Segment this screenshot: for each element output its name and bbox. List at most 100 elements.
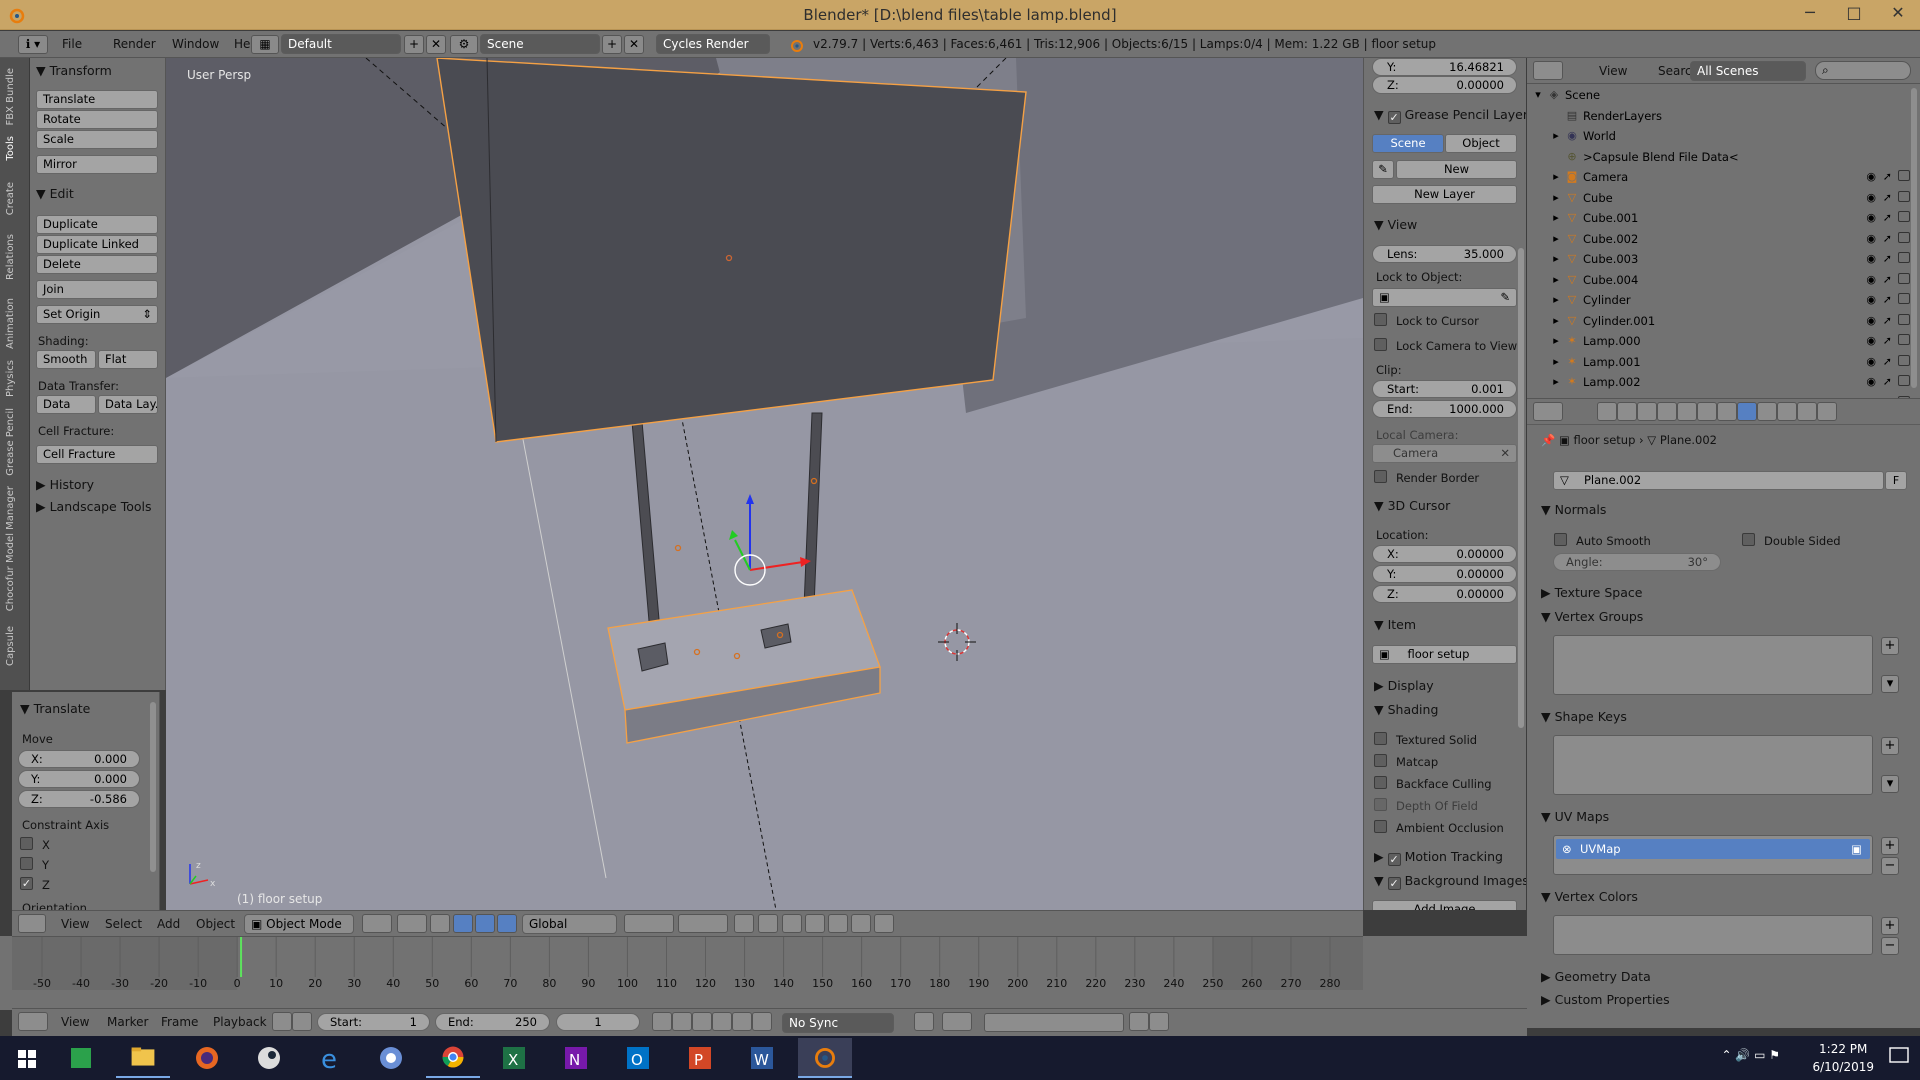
shape-key-add-button[interactable]: +: [1881, 737, 1899, 755]
selectable-arrow-icon[interactable]: ➚: [1883, 314, 1892, 327]
vertex-group-menu-button[interactable]: ▾: [1881, 675, 1899, 693]
screen-layout-icon[interactable]: ▦: [251, 35, 279, 54]
clip-end-field[interactable]: End: 1000.000: [1372, 400, 1517, 418]
outliner-search-input[interactable]: ⌕: [1815, 61, 1911, 80]
constraint-y-checkbox[interactable]: [20, 857, 33, 870]
play-icon[interactable]: [712, 1012, 732, 1031]
layers-grid-2-icon[interactable]: [678, 914, 728, 933]
visibility-eye-icon[interactable]: ◉: [1866, 314, 1876, 327]
visibility-eye-icon[interactable]: ◉: [1866, 170, 1876, 183]
redo-scrollbar[interactable]: [150, 702, 156, 872]
visibility-eye-icon[interactable]: ◉: [1866, 252, 1876, 265]
close-button[interactable]: ✕: [1876, 0, 1920, 28]
double-sided-checkbox[interactable]: [1742, 533, 1755, 546]
expand-arrow-icon[interactable]: ▸: [1549, 293, 1563, 307]
selectable-arrow-icon[interactable]: ➚: [1883, 211, 1892, 224]
tab-capsule[interactable]: Capsule: [5, 626, 16, 666]
tab-create[interactable]: Create: [5, 182, 16, 215]
mode-dropdown[interactable]: ▣ Object Mode: [244, 914, 354, 934]
renderable-camera-icon[interactable]: [1898, 272, 1910, 284]
mesh-name-field[interactable]: ▽ Plane.002: [1553, 471, 1884, 490]
snap-target-icon[interactable]: [828, 914, 848, 933]
gp-object-button[interactable]: Object: [1445, 134, 1517, 153]
mesh-data-tab-icon[interactable]: [1737, 402, 1757, 421]
item-panel-header[interactable]: ▼ Item: [1374, 617, 1416, 632]
store-icon[interactable]: [54, 1038, 108, 1078]
location-y-field[interactable]: Y: 16.46821: [1372, 58, 1517, 76]
mirror-button[interactable]: Mirror: [36, 155, 158, 174]
transform-orientation-dropdown[interactable]: Global: [522, 914, 617, 934]
world-tab-icon[interactable]: [1657, 402, 1677, 421]
menu-add[interactable]: Add: [157, 917, 180, 931]
lens-field[interactable]: Lens: 35.000: [1372, 245, 1517, 263]
manipulator-rotate-icon[interactable]: [475, 914, 495, 933]
flat-button[interactable]: Flat: [98, 350, 158, 369]
menu-file[interactable]: File: [62, 37, 82, 51]
visibility-eye-icon[interactable]: ◉: [1866, 191, 1876, 204]
snap-element-icon[interactable]: [805, 914, 825, 933]
geometry-data-panel-header[interactable]: ▶ Geometry Data: [1541, 969, 1651, 984]
renderable-camera-icon[interactable]: [1898, 293, 1910, 304]
vertex-groups-panel-header[interactable]: ▼ Vertex Groups: [1541, 609, 1643, 624]
gp-new-layer-button[interactable]: New Layer: [1372, 185, 1517, 204]
layers-grid-icon[interactable]: [624, 914, 674, 933]
backface-culling-checkbox[interactable]: [1374, 776, 1387, 789]
timeline-menu-view[interactable]: View: [61, 1015, 89, 1029]
matcap-checkbox[interactable]: [1374, 754, 1387, 767]
snap-toggle-icon[interactable]: [782, 914, 802, 933]
auto-smooth-checkbox[interactable]: [1554, 533, 1567, 546]
renderable-camera-icon[interactable]: [1898, 211, 1910, 222]
maximize-button[interactable]: □: [1832, 0, 1876, 28]
visibility-eye-icon[interactable]: ◉: [1866, 334, 1876, 347]
landscape-tools-panel-header[interactable]: ▶ Landscape Tools: [36, 499, 152, 514]
steam-icon[interactable]: [242, 1038, 296, 1078]
vertex-colors-panel-header[interactable]: ▼ Vertex Colors: [1541, 889, 1638, 904]
vertex-groups-list[interactable]: [1553, 635, 1873, 695]
current-frame-field[interactable]: 1: [556, 1013, 640, 1031]
expand-arrow-icon[interactable]: ▸: [1549, 232, 1563, 246]
expand-arrow-icon[interactable]: ▸: [1549, 375, 1563, 389]
outliner-row[interactable]: ▸ ✶ Lamp.002 ◉ ➚: [1527, 372, 1920, 392]
tab-relations[interactable]: Relations: [5, 234, 16, 280]
browser-icon[interactable]: [364, 1038, 418, 1078]
selectable-arrow-icon[interactable]: ➚: [1883, 355, 1892, 368]
background-images-panel-header[interactable]: ▼ ✓ Background Images: [1374, 873, 1526, 890]
shape-key-menu-button[interactable]: ▾: [1881, 775, 1899, 793]
move-y-field[interactable]: Y: 0.000: [18, 770, 140, 788]
location-z-field[interactable]: Z: 0.00000: [1372, 76, 1517, 94]
expand-arrow-icon[interactable]: ▸: [1549, 129, 1563, 143]
selectable-arrow-icon[interactable]: ➚: [1883, 232, 1892, 245]
menu-select[interactable]: Select: [105, 917, 142, 931]
set-origin-dropdown[interactable]: Set Origin ⇕: [36, 305, 158, 324]
3d-viewport[interactable]: z x User Persp (1) floor setup: [166, 58, 1363, 910]
scene-icon[interactable]: ⚙: [450, 35, 478, 54]
expand-arrow-icon[interactable]: ▸: [1549, 334, 1563, 348]
renderable-camera-icon[interactable]: [1898, 375, 1910, 386]
expand-arrow-icon[interactable]: ▸: [1549, 314, 1563, 328]
timeline-menu-marker[interactable]: Marker: [107, 1015, 148, 1029]
timeline-menu-frame[interactable]: Frame: [161, 1015, 198, 1029]
edit-panel-header[interactable]: ▼ Edit: [36, 186, 74, 201]
renderable-camera-icon[interactable]: [1898, 313, 1910, 325]
tab-grease-pencil[interactable]: Grease Pencil: [5, 408, 16, 476]
editor-type-3d-view-icon[interactable]: [18, 914, 46, 933]
render-engine-dropdown[interactable]: Cycles Render: [656, 34, 770, 54]
viewport-shading-icon[interactable]: [362, 914, 392, 933]
outliner-menu-view[interactable]: View: [1599, 64, 1627, 78]
expand-arrow-icon[interactable]: ▸: [1549, 355, 1563, 369]
outliner-row[interactable]: ▸ ▽ Cube ◉ ➚: [1527, 188, 1920, 208]
pivot-point-icon[interactable]: [397, 914, 427, 933]
cursor-z-field[interactable]: Z: 0.00000: [1372, 585, 1517, 603]
outliner-scrollbar[interactable]: [1911, 88, 1917, 388]
renderable-camera-icon[interactable]: [1898, 170, 1910, 181]
manipulator-scale-icon[interactable]: [497, 914, 517, 933]
manipulator-translate-icon[interactable]: [453, 914, 473, 933]
renderable-camera-icon[interactable]: [1898, 190, 1910, 202]
editor-type-timeline-icon[interactable]: [18, 1012, 48, 1031]
keying-set-field[interactable]: [984, 1013, 1124, 1032]
uv-map-add-button[interactable]: +: [1881, 837, 1899, 855]
modifiers-tab-icon[interactable]: [1717, 402, 1737, 421]
taskbar-clock[interactable]: 1:22 PM 6/10/2019: [1812, 1040, 1874, 1076]
editor-type-properties-icon[interactable]: [1533, 402, 1563, 421]
textured-solid-checkbox[interactable]: [1374, 732, 1387, 745]
